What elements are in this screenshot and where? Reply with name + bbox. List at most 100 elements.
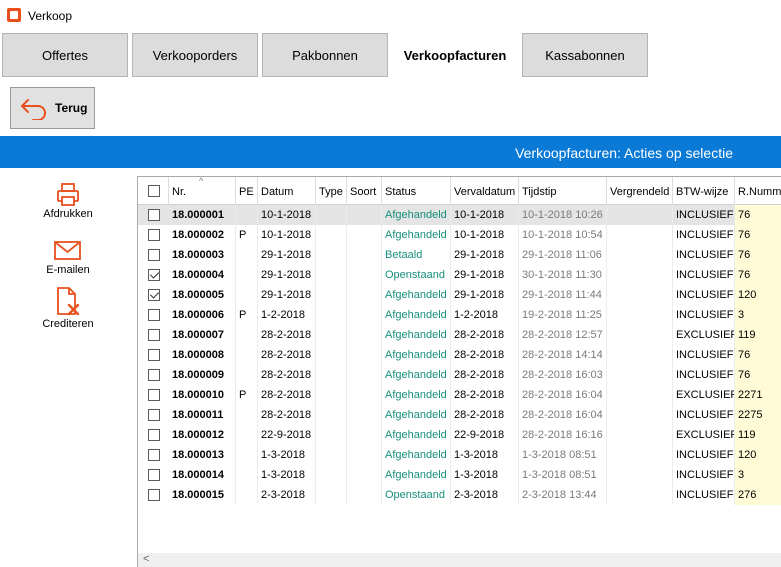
cell-soort: [347, 305, 382, 325]
table-row[interactable]: 18.000008 28-2-2018 Afgehandeld 28-2-2018 28…: [138, 345, 781, 365]
row-checkbox[interactable]: [148, 229, 160, 241]
print-action[interactable]: Afdrukken: [0, 182, 136, 220]
cell-pe: [236, 445, 258, 465]
cell-type: [316, 225, 347, 245]
cell-status: Afgehandeld: [382, 205, 451, 225]
select-all-checkbox[interactable]: [148, 185, 160, 197]
cell-btw-wijze: EXCLUSIEF: [673, 385, 735, 405]
row-checkbox[interactable]: [148, 489, 160, 501]
sort-ascending-icon: ^: [199, 176, 204, 186]
tab-offertes[interactable]: Offertes: [2, 33, 128, 77]
cell-btw-wijze: INCLUSIEF: [673, 205, 735, 225]
table-row[interactable]: 18.000002 P 10-1-2018 Afgehandeld 10-1-2018 1…: [138, 225, 781, 245]
cell-soort: [347, 465, 382, 485]
scroll-left-icon[interactable]: <: [143, 553, 149, 565]
cell-status: Afgehandeld: [382, 365, 451, 385]
header-select-all[interactable]: [138, 177, 169, 205]
cell-nr: 18.000001: [169, 205, 236, 225]
cell-type: [316, 205, 347, 225]
cell-rnummer: 76: [735, 225, 781, 245]
header-pe[interactable]: PE: [236, 177, 258, 205]
cell-soort: [347, 285, 382, 305]
cell-pe: [236, 345, 258, 365]
row-checkbox[interactable]: [148, 469, 160, 481]
row-checkbox[interactable]: [148, 289, 160, 301]
header-btw-wijze[interactable]: BTW-wijze: [673, 177, 735, 205]
tab-kassabonnen[interactable]: Kassabonnen: [522, 33, 648, 77]
header-soort[interactable]: Soort: [347, 177, 382, 205]
tab-verkoopfacturen[interactable]: Verkoopfacturen: [392, 33, 518, 77]
header-type[interactable]: Type: [316, 177, 347, 205]
row-checkbox[interactable]: [148, 389, 160, 401]
table-row[interactable]: 18.000005 29-1-2018 Afgehandeld 29-1-2018 29…: [138, 285, 781, 305]
row-checkbox[interactable]: [148, 369, 160, 381]
table-row[interactable]: 18.000004 29-1-2018 Openstaand 29-1-2018 30-…: [138, 265, 781, 285]
tab-pakbonnen[interactable]: Pakbonnen: [262, 33, 388, 77]
cell-soort: [347, 245, 382, 265]
cell-tijdstip: 28-2-2018 16:04: [519, 385, 607, 405]
table-row[interactable]: 18.000012 22-9-2018 Afgehandeld 22-9-2018 28…: [138, 425, 781, 445]
cell-pe: [236, 465, 258, 485]
cell-btw-wijze: EXCLUSIEF: [673, 325, 735, 345]
cell-status: Afgehandeld: [382, 385, 451, 405]
cell-nr: 18.000006: [169, 305, 236, 325]
cell-btw-wijze: INCLUSIEF: [673, 285, 735, 305]
header-status[interactable]: Status: [382, 177, 451, 205]
cell-vervaldatum: 29-1-2018: [451, 245, 519, 265]
table-row[interactable]: 18.000007 28-2-2018 Afgehandeld 28-2-2018 28…: [138, 325, 781, 345]
cell-tijdstip: 28-2-2018 12:57: [519, 325, 607, 345]
cell-type: [316, 345, 347, 365]
cell-vervaldatum: 28-2-2018: [451, 345, 519, 365]
row-checkbox[interactable]: [148, 409, 160, 421]
header-rnummer[interactable]: R.Nummer: [735, 177, 781, 205]
credit-action[interactable]: Crediteren: [0, 286, 136, 330]
email-action[interactable]: E-mailen: [0, 238, 136, 276]
cell-tijdstip: 29-1-2018 11:06: [519, 245, 607, 265]
row-checkbox[interactable]: [148, 209, 160, 221]
cell-nr: 18.000010: [169, 385, 236, 405]
invoice-table: Nr. PE Datum Type Soort Status Vervaldat…: [137, 176, 781, 567]
back-button[interactable]: Terug: [10, 87, 95, 129]
cell-vergrendeld: [607, 325, 673, 345]
tab-verkooporders[interactable]: Verkooporders: [132, 33, 258, 77]
cell-soort: [347, 325, 382, 345]
table-row[interactable]: 18.000011 28-2-2018 Afgehandeld 28-2-2018 28…: [138, 405, 781, 425]
credit-action-label: Crediteren: [42, 318, 94, 330]
cell-btw-wijze: INCLUSIEF: [673, 305, 735, 325]
cell-soort: [347, 225, 382, 245]
cell-status: Afgehandeld: [382, 285, 451, 305]
row-checkbox[interactable]: [148, 429, 160, 441]
table-row[interactable]: 18.000015 2-3-2018 Openstaand 2-3-2018 2-3-2…: [138, 485, 781, 505]
table-row[interactable]: 18.000001 10-1-2018 Afgehandeld 10-1-2018 10…: [138, 205, 781, 225]
row-checkbox[interactable]: [148, 249, 160, 261]
table-row[interactable]: 18.000010 P 28-2-2018 Afgehandeld 28-2-2018 2…: [138, 385, 781, 405]
header-tijdstip[interactable]: Tijdstip: [519, 177, 607, 205]
cell-datum: 28-2-2018: [258, 345, 316, 365]
table-row[interactable]: 18.000009 28-2-2018 Afgehandeld 28-2-2018 28…: [138, 365, 781, 385]
table-row[interactable]: 18.000014 1-3-2018 Afgehandeld 1-3-2018 1-3-…: [138, 465, 781, 485]
cell-status: Betaald: [382, 245, 451, 265]
header-vervaldatum[interactable]: Vervaldatum: [451, 177, 519, 205]
cell-nr: 18.000011: [169, 405, 236, 425]
cell-datum: 28-2-2018: [258, 365, 316, 385]
horizontal-scrollbar[interactable]: <: [138, 553, 781, 567]
cell-nr: 18.000003: [169, 245, 236, 265]
cell-status: Afgehandeld: [382, 405, 451, 425]
table-row[interactable]: 18.000006 P 1-2-2018 Afgehandeld 1-2-2018 19-…: [138, 305, 781, 325]
cell-vergrendeld: [607, 485, 673, 505]
cell-pe: [236, 245, 258, 265]
header-datum[interactable]: Datum: [258, 177, 316, 205]
cell-vervaldatum: 1-3-2018: [451, 465, 519, 485]
row-checkbox[interactable]: [148, 309, 160, 321]
cell-vervaldatum: 28-2-2018: [451, 365, 519, 385]
cell-pe: P: [236, 225, 258, 245]
row-checkbox[interactable]: [148, 329, 160, 341]
cell-type: [316, 285, 347, 305]
row-checkbox[interactable]: [148, 349, 160, 361]
table-row[interactable]: 18.000013 1-3-2018 Afgehandeld 1-3-2018 1-3-…: [138, 445, 781, 465]
row-checkbox[interactable]: [148, 449, 160, 461]
header-vergrendeld[interactable]: Vergrendeld: [607, 177, 673, 205]
table-row[interactable]: 18.000003 29-1-2018 Betaald 29-1-2018 29-1-2…: [138, 245, 781, 265]
cell-type: [316, 305, 347, 325]
row-checkbox[interactable]: [148, 269, 160, 281]
